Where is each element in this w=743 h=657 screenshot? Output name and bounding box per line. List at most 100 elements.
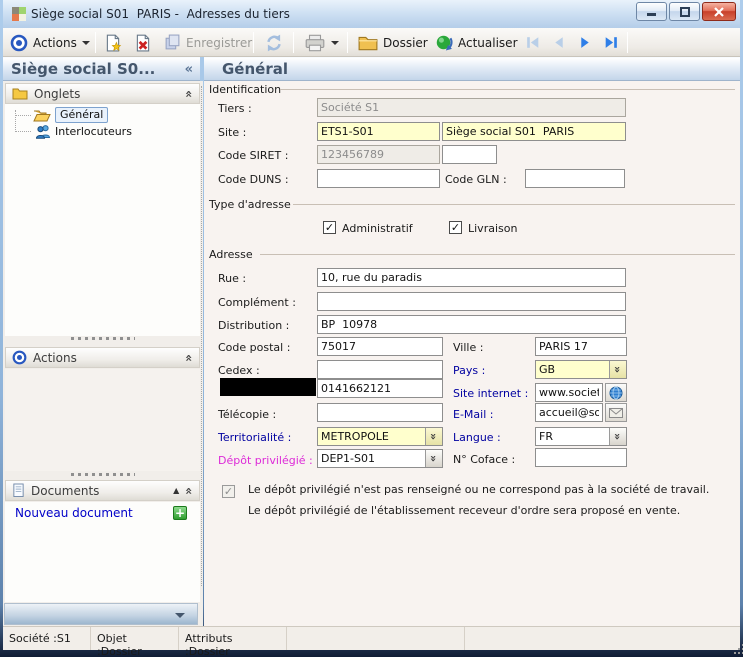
chevron-down-icon: » — [427, 455, 440, 462]
dossier-button[interactable]: Dossier — [355, 28, 431, 57]
status-empty-section — [287, 627, 465, 650]
panel-splitter-handle[interactable] — [71, 473, 135, 476]
rue-field[interactable] — [317, 268, 626, 287]
section-line — [293, 204, 735, 205]
site-name-field[interactable] — [442, 122, 626, 141]
ville-field[interactable] — [535, 337, 627, 356]
tree-connector — [15, 110, 16, 132]
refresh-button[interactable] — [261, 28, 287, 57]
actions-menu-button[interactable]: Actions — [7, 28, 93, 57]
open-website-button[interactable] — [605, 383, 627, 402]
depot-privilegie-combo[interactable]: » — [317, 449, 443, 468]
actions-panel-header[interactable]: Actions « — [5, 347, 200, 368]
code-postal-field[interactable] — [317, 337, 443, 356]
actions-target-icon — [12, 350, 27, 365]
actions-panel-body — [5, 369, 200, 471]
print-caret-icon — [331, 41, 339, 45]
maximize-icon — [680, 7, 690, 17]
close-button[interactable] — [702, 2, 736, 21]
nav-last-button[interactable] — [599, 28, 623, 57]
printer-icon — [304, 34, 326, 52]
nav-first-button[interactable] — [521, 28, 545, 57]
new-record-button[interactable] — [101, 28, 125, 57]
send-email-button[interactable] — [605, 403, 627, 422]
site-internet-label: Site internet : — [453, 387, 528, 400]
siret-extra-field[interactable] — [442, 145, 497, 164]
langue-dropdown-button[interactable]: » — [609, 428, 626, 445]
email-field[interactable] — [535, 403, 603, 422]
globe-icon — [609, 386, 623, 400]
distribution-field[interactable] — [317, 315, 626, 334]
collapse-panel-icon[interactable]: « — [182, 354, 196, 362]
tree-item-label: Interlocuteurs — [55, 125, 132, 138]
collapse-panel-icon[interactable]: « — [182, 90, 196, 98]
toolbar: Actions Enregistrer Dossier A — [3, 28, 740, 57]
code-duns-field[interactable] — [317, 169, 440, 188]
code-duns-label: Code DUNS : — [218, 173, 289, 186]
general-form: Identification Tiers : Site : Code SIRET… — [204, 81, 740, 626]
application-window: Siège social S01 PARIS - Adresses du tie… — [0, 0, 743, 657]
langue-combo[interactable]: » — [535, 427, 627, 446]
sidebar-item-interlocuteurs[interactable]: Interlocuteurs — [35, 124, 132, 139]
actions-panel-title: Actions — [33, 351, 77, 365]
depot-privilegie-label: Dépôt privilégié : — [218, 454, 313, 467]
territorialite-combo[interactable]: » — [317, 427, 443, 446]
livraison-checkbox[interactable] — [449, 221, 462, 234]
add-document-button[interactable]: + — [173, 506, 187, 520]
title-bar: Siège social S01 PARIS - Adresses du tie… — [3, 0, 740, 28]
toolbar-separator — [627, 32, 628, 53]
depot-dropdown-button[interactable]: » — [425, 450, 442, 467]
pays-combo[interactable]: » — [535, 360, 627, 379]
save-icon — [164, 34, 181, 51]
nav-previous-button[interactable] — [547, 28, 571, 57]
scroll-up-icon[interactable]: ▲ — [173, 486, 179, 495]
telecopie-label: Télécopie : — [218, 408, 276, 421]
resize-grip[interactable] — [734, 644, 736, 646]
minimize-button[interactable] — [636, 2, 667, 21]
code-gln-field[interactable] — [525, 169, 625, 188]
site-internet-field[interactable] — [535, 383, 603, 402]
territorialite-dropdown-button[interactable]: » — [425, 428, 442, 445]
sidebar-splitter[interactable] — [201, 86, 202, 586]
toolbar-separator — [253, 32, 254, 53]
cedex-field[interactable] — [317, 360, 443, 379]
delete-document-icon — [134, 34, 152, 52]
documents-panel-header[interactable]: Documents ▲ « — [5, 480, 200, 501]
actualiser-button[interactable]: Actualiser — [431, 28, 521, 57]
folder-icon — [358, 35, 378, 51]
telephone-field[interactable] — [317, 379, 443, 398]
maximize-button[interactable] — [669, 2, 700, 21]
collapse-panel-icon[interactable]: « — [182, 487, 196, 495]
expand-more-icon[interactable] — [175, 613, 185, 618]
administratif-checkbox[interactable] — [323, 221, 336, 234]
telecopie-field[interactable] — [317, 403, 443, 422]
langue-label: Langue : — [453, 431, 501, 444]
chevron-down-icon: » — [427, 433, 440, 440]
site-code-field[interactable] — [317, 122, 440, 141]
delete-record-button[interactable] — [131, 28, 155, 57]
depot-warning-line2: Le dépôt privilégié de l'établissement r… — [248, 504, 680, 517]
nav-next-button[interactable] — [573, 28, 597, 57]
collapse-sidebar-icon[interactable]: « — [185, 58, 193, 81]
pays-label: Pays : — [453, 364, 485, 377]
distribution-label: Distribution : — [218, 319, 289, 332]
new-document-link[interactable]: Nouveau document — [15, 506, 133, 520]
dossier-label: Dossier — [383, 36, 428, 50]
save-label: Enregistrer — [186, 36, 252, 50]
site-label: Site : — [218, 126, 246, 139]
coface-field[interactable] — [535, 448, 627, 467]
section-title-identification: Identification — [209, 83, 281, 96]
onglets-panel-header[interactable]: Onglets « — [5, 83, 200, 104]
sidebar-item-general[interactable]: Général — [33, 107, 108, 123]
toolbar-separator — [293, 32, 294, 53]
pays-dropdown-button[interactable]: » — [609, 361, 626, 378]
complement-field[interactable] — [317, 292, 626, 311]
actions-target-icon — [10, 34, 28, 52]
documents-panel-title: Documents — [31, 484, 99, 498]
save-button[interactable]: Enregistrer — [161, 28, 255, 57]
refresh-arrows-icon — [264, 33, 284, 53]
window-title: Siège social S01 PARIS - Adresses du tie… — [31, 7, 290, 21]
print-button[interactable] — [301, 28, 342, 57]
panel-splitter-handle[interactable] — [71, 337, 135, 340]
close-icon — [714, 7, 724, 17]
